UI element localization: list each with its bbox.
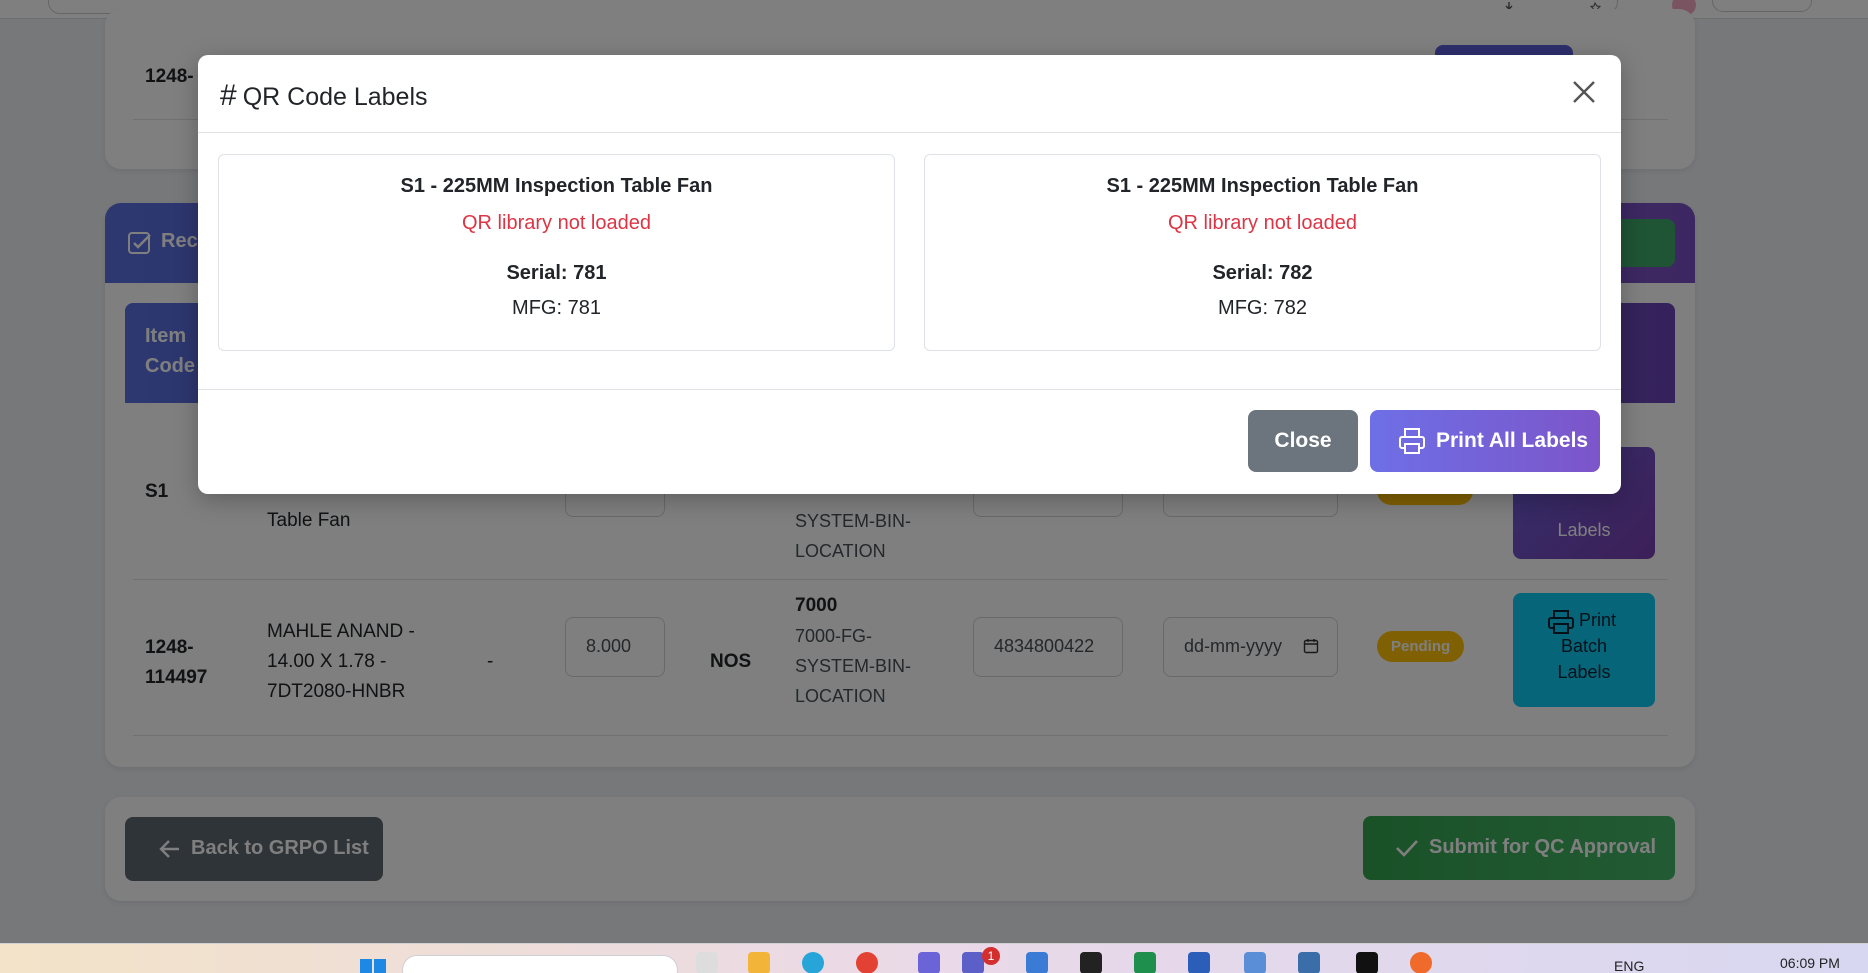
notification-badge: 1 xyxy=(982,947,1000,965)
hash-icon: # xyxy=(220,79,237,112)
taskbar-search[interactable] xyxy=(402,955,678,973)
label-item-name: S1 - 225MM Inspection Table Fan xyxy=(1106,175,1419,197)
modal-footer: Close Print All Labels xyxy=(198,389,1621,494)
pycharm-icon[interactable] xyxy=(1356,952,1378,973)
modal-title: # QR Code Labels xyxy=(220,79,428,113)
language-indicator[interactable]: ENG xyxy=(1614,958,1644,973)
qr-error-message: QR library not loaded xyxy=(462,212,651,234)
terminal-icon[interactable] xyxy=(1080,952,1102,973)
close-icon[interactable] xyxy=(1569,77,1599,107)
label-serial: Serial: 781 xyxy=(506,262,607,284)
label-mfg: MFG: 782 xyxy=(1218,297,1307,319)
file-explorer-icon[interactable] xyxy=(748,952,770,973)
modal-header: # QR Code Labels xyxy=(198,55,1621,133)
windows-taskbar: 1 ENG 06:09 PM xyxy=(0,943,1868,973)
printer-icon xyxy=(1399,428,1425,454)
print-all-labels-button[interactable]: Print All Labels xyxy=(1370,410,1600,472)
calculator-icon[interactable] xyxy=(1244,952,1266,973)
app-icon[interactable] xyxy=(1026,952,1048,973)
qr-label-card: S1 - 225MM Inspection Table Fan QR libra… xyxy=(924,154,1601,351)
close-button[interactable]: Close xyxy=(1248,410,1358,472)
taskbar-clock[interactable]: 06:09 PM xyxy=(1780,955,1840,971)
app-icon[interactable] xyxy=(1410,952,1432,973)
label-item-name: S1 - 225MM Inspection Table Fan xyxy=(400,175,713,197)
label-serial: Serial: 782 xyxy=(1212,262,1313,284)
word-icon[interactable] xyxy=(1188,952,1210,973)
windows-start-icon[interactable] xyxy=(360,959,386,973)
calendar-app-icon[interactable] xyxy=(918,952,940,973)
label-mfg: MFG: 781 xyxy=(512,297,601,319)
task-view-icon[interactable] xyxy=(696,952,718,973)
teams-icon[interactable] xyxy=(962,952,984,973)
app-icon[interactable] xyxy=(1298,952,1320,973)
excel-icon[interactable] xyxy=(1134,952,1156,973)
modal-title-text: QR Code Labels xyxy=(242,83,428,111)
print-all-label: Print All Labels xyxy=(1436,429,1589,452)
qr-code-labels-modal: # QR Code Labels S1 - 225MM Inspection Ta… xyxy=(198,55,1621,494)
chrome-icon[interactable] xyxy=(856,952,878,973)
edge-icon[interactable] xyxy=(802,952,824,973)
qr-error-message: QR library not loaded xyxy=(1168,212,1357,234)
qr-label-card: S1 - 225MM Inspection Table Fan QR libra… xyxy=(218,154,895,351)
